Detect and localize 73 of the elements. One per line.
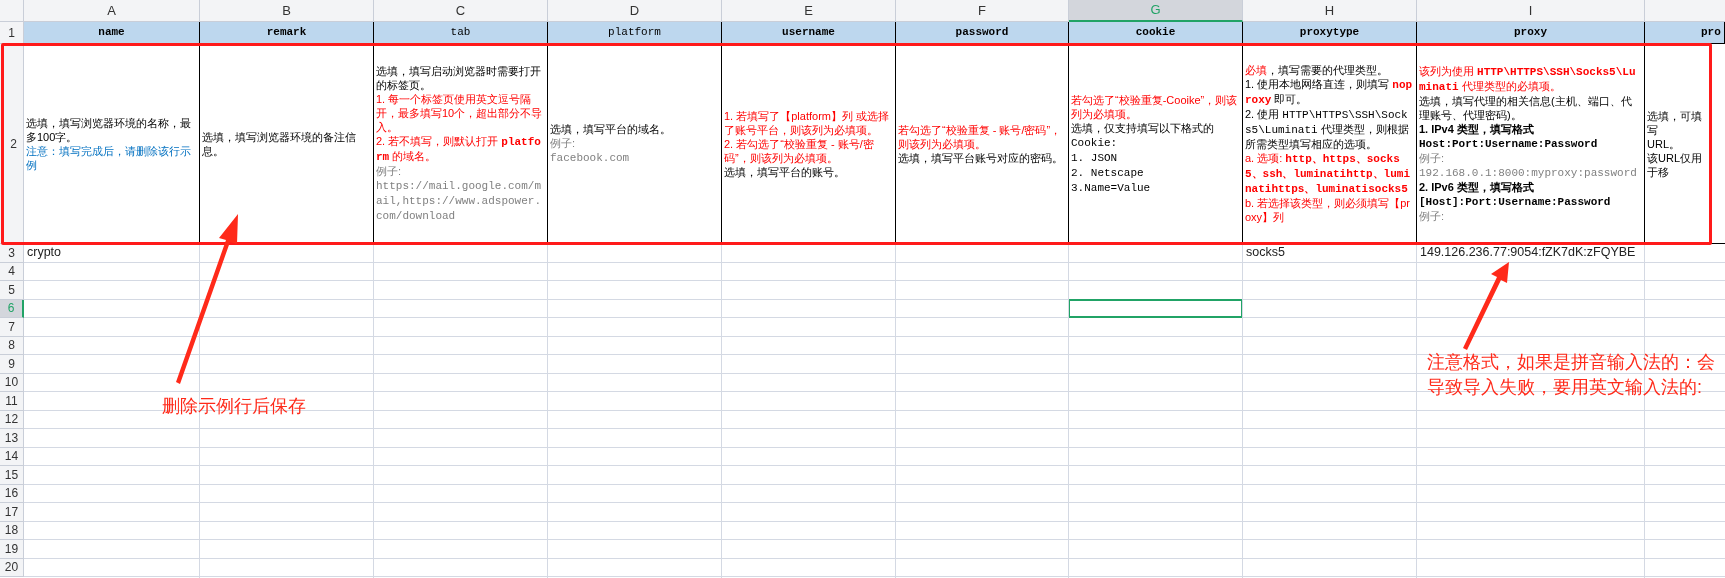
cell-text: Cookie: [1071, 135, 1119, 150]
cell-text: [Host]:Port:Username:Password [1419, 195, 1612, 209]
cell-text: 选填，填写浏览器环境的备注信息。 [202, 129, 357, 158]
column-header[interactable]: F [896, 0, 1069, 22]
table-header-cell: proxy [1417, 22, 1645, 44]
cell-text: 选填，填写平台的账号。 [724, 164, 846, 179]
cell-text: 例子: [1419, 151, 1446, 165]
row-header[interactable]: 3 [0, 244, 24, 263]
row-header[interactable]: 19 [0, 540, 24, 559]
cell-text: 选填，可填写 [1647, 108, 1703, 137]
cell-text: 1. IPv4 类型，填写格式 [1419, 122, 1535, 136]
cell-text: URL。 [1647, 136, 1681, 151]
table-header-cell: password [896, 22, 1069, 44]
column-header[interactable]: D [548, 0, 722, 22]
cell-text: 1. 使用本地网络直连，则填写 noproxy 即可。 [1245, 77, 1414, 107]
row-header[interactable]: 13 [0, 429, 24, 448]
table-header-cell: proxytype [1243, 22, 1417, 44]
cell-text: Host:Port:Username:Password [1419, 137, 1599, 151]
column-header[interactable] [1645, 0, 1725, 22]
row-header[interactable]: 9 [0, 355, 24, 374]
cell-text: 3.Name=Value [1071, 180, 1152, 195]
table-header-cell: username [722, 22, 896, 44]
table-header-cell: remark [200, 22, 374, 44]
cell-text: 1. 每一个标签页使用英文逗号隔开，最多填写10个，超出部分不导入。 [376, 92, 544, 134]
cell-text: 例子: [550, 136, 577, 150]
column-header[interactable]: A [24, 0, 200, 22]
cell-text: 注意：填写完成后，请删除该行示例 [26, 143, 192, 172]
cell-text: 1. 若填写了【platform】列 或选择了账号平台，则该列为必填项。 [724, 108, 891, 137]
row-header[interactable]: 11 [0, 392, 24, 411]
table-header-cell: pro [1645, 22, 1725, 44]
cell-text: facebook.com [550, 151, 631, 165]
table-header-cell: cookie [1069, 22, 1243, 44]
cell-text: 2. Netscape [1071, 165, 1145, 180]
cell-text: 选填，填写代理的相关信息(主机、端口、代理账号、代理密码)。 [1419, 94, 1633, 122]
cell-text: 选填，填写平台账号对应的密码。 [898, 150, 1064, 165]
cell-text: 2. 使用 HTTP\HTTPS\SSH\Socks5\Luminati 代理类型，则根据所需类型填写相应的选项。 [1245, 107, 1410, 151]
cell-text: b. 若选择该类型，则必须填写【proxy】列 [1245, 196, 1411, 224]
row-header[interactable]: 5 [0, 281, 24, 300]
cell-text: 2. IPv6 类型，填写格式 [1419, 180, 1535, 194]
cell-text: 若勾选了“校验重复-Cooike”，则该列为必填项。 [1071, 92, 1239, 121]
cell-text: 若勾选了“校验重复 - 账号/密码”，则该列为必填项。 [898, 122, 1063, 151]
cell-text: https://mail.google.com/mail,https://www.adspower.com/download [376, 179, 543, 223]
cell-text: 选填，仅支持填写以下格式的 [1071, 120, 1215, 135]
row-header[interactable]: 2 [0, 44, 24, 244]
row-header[interactable]: 7 [0, 318, 24, 337]
cell-text: 例子: [1419, 209, 1446, 223]
cell-text: 选填，填写平台的域名。 [550, 122, 672, 136]
cell-text: 选填，填写浏览器环境的名称，最多100字。 [26, 115, 192, 144]
table-header-cell: tab [374, 22, 548, 44]
selected-cell[interactable] [1068, 298, 1243, 318]
cell-text: 192.168.0.1:8000:myproxy:password [1419, 166, 1638, 180]
cell-text: 该URL仅用于移 [1647, 150, 1703, 179]
column-header[interactable]: E [722, 0, 896, 22]
cell-text: 1. JSON [1071, 150, 1119, 165]
annotation-note: 注意格式，如果是拼音输入法的：会导致导入失败，要用英文输入法的: [1427, 351, 1716, 399]
column-header[interactable]: I [1417, 0, 1645, 22]
cell-text: 选填，填写启动浏览器时需要打开的标签页。 [376, 64, 542, 92]
row-header[interactable]: 15 [0, 466, 24, 485]
annotation-note: 删除示例行后保存 [162, 395, 306, 418]
row-header[interactable]: 1 [0, 22, 24, 44]
column-header[interactable]: B [200, 0, 374, 22]
cell-text: 该列为使用 HTTP\HTTPS\SSH\Socks5\Luminati 代理类型的必填项。 [1419, 64, 1637, 94]
cell-text: 2. 若勾选了“校验重复 - 账号/密码”，则该列为必填项。 [724, 136, 875, 165]
table-header-cell: name [24, 22, 200, 44]
row-header[interactable]: 17 [0, 503, 24, 522]
column-header[interactable]: C [374, 0, 548, 22]
table-header-cell: platform [548, 22, 722, 44]
column-header[interactable]: H [1243, 0, 1417, 22]
table-cell[interactable]: crypto [24, 244, 200, 263]
cell-text: 必填，填写需要的代理类型。 [1245, 63, 1389, 77]
cell-text: 例子: [376, 164, 403, 178]
select-all-corner[interactable] [0, 0, 24, 22]
cell-text: 2. 若不填写，则默认打开 platform 的域名。 [376, 134, 542, 164]
